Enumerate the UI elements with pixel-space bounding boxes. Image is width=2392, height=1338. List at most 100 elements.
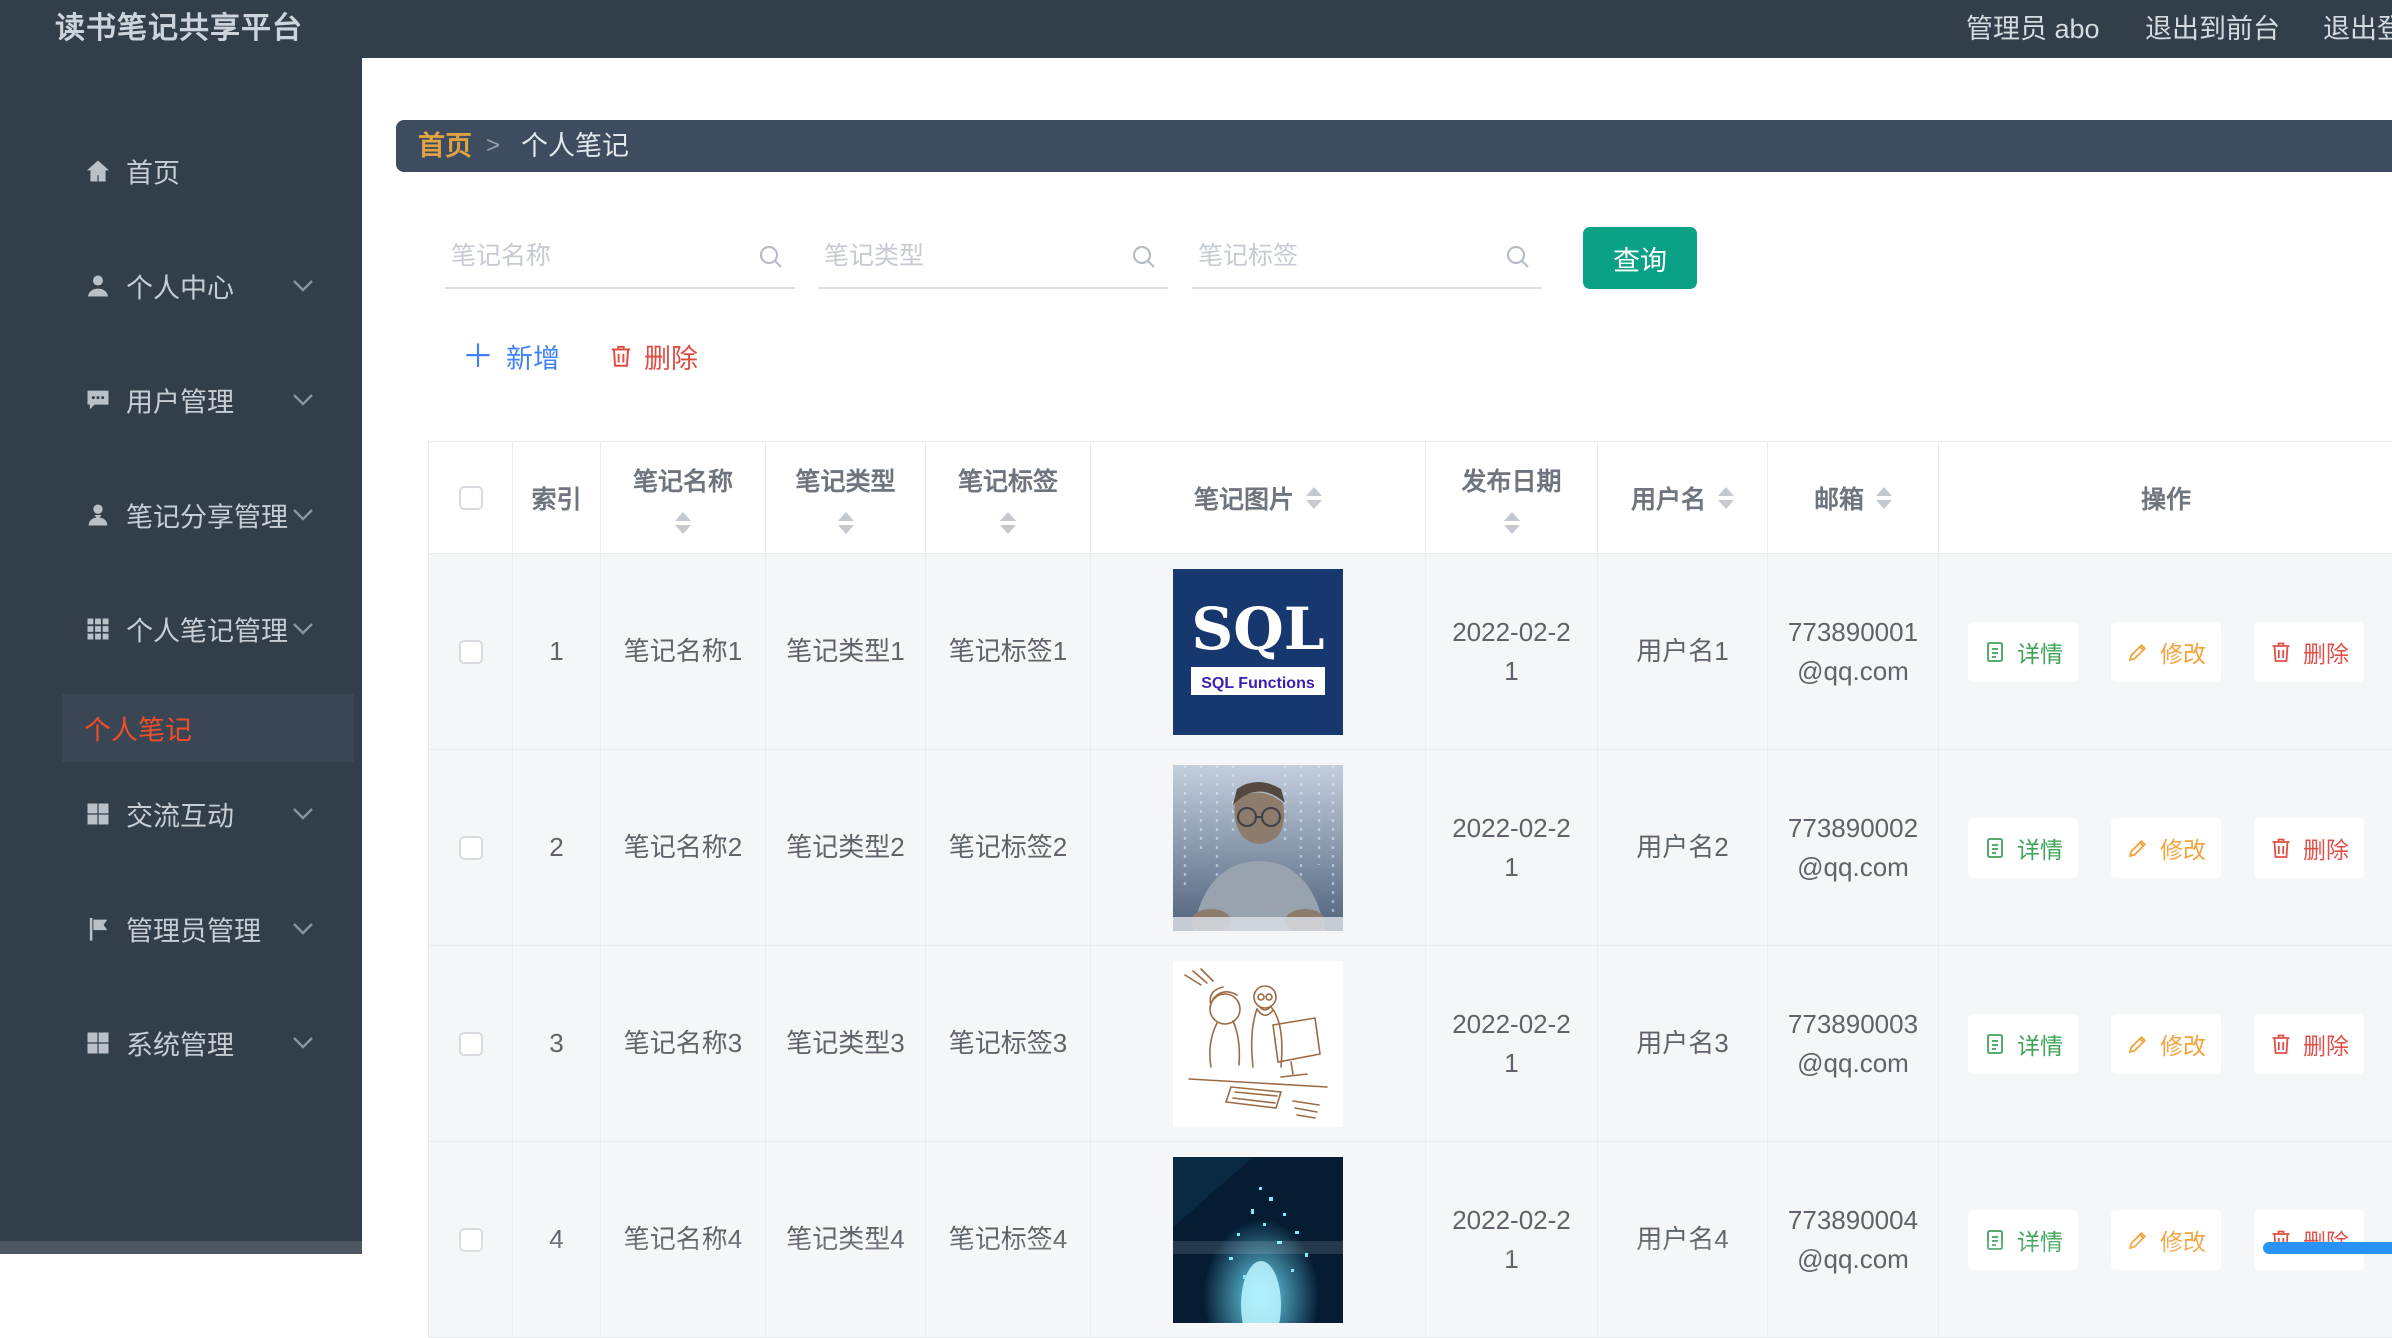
cell-note-tag: 笔记标签1	[926, 554, 1091, 749]
table-header-row: 索引 笔记名称 笔记类型 笔记标签 笔记图片	[429, 442, 2392, 554]
sidebar-item-personal-center[interactable]: 个人中心	[0, 252, 362, 320]
note-tag-input[interactable]	[1192, 227, 1492, 285]
exit-to-front-link[interactable]: 退出到前台	[2145, 0, 2280, 58]
delete-button[interactable]: 删除	[608, 332, 698, 380]
cell-index: 1	[513, 554, 601, 749]
sidebar-item-home[interactable]: 首页	[0, 137, 362, 205]
detail-button[interactable]: 详情	[1968, 818, 2078, 878]
remove-button[interactable]: 删除	[2254, 818, 2364, 878]
search-field-note-tag	[1192, 227, 1542, 289]
detail-button[interactable]: 详情	[1968, 1210, 2078, 1270]
note-image-hacker-photo[interactable]	[1173, 765, 1343, 931]
table-row: 1 笔记名称1 笔记类型1 笔记标签1 SQL SQL Functions 20…	[429, 554, 2392, 750]
pencil-icon	[2126, 1032, 2150, 1056]
document-icon	[1983, 1032, 2007, 1056]
table-row: 3 笔记名称3 笔记类型3 笔记标签3	[429, 946, 2392, 1142]
sidebar-item-label: 首页	[126, 152, 180, 191]
note-type-input[interactable]	[818, 227, 1118, 285]
row-checkbox[interactable]	[459, 836, 483, 860]
search-field-note-type	[818, 227, 1168, 289]
column-header-index: 索引	[513, 442, 601, 553]
sort-carets-icon[interactable]	[675, 512, 691, 534]
cell-publish-date: 2022-02-2 1	[1426, 946, 1598, 1141]
sidebar-item-label: 管理员管理	[126, 910, 261, 949]
row-checkbox[interactable]	[459, 1032, 483, 1056]
select-all-checkbox[interactable]	[459, 486, 483, 510]
cell-note-tag: 笔记标签3	[926, 946, 1091, 1141]
column-header-email[interactable]: 邮箱	[1768, 442, 1939, 553]
cell-email: 773890004 @qq.com	[1768, 1142, 1939, 1337]
add-button[interactable]: ＋ 新增	[462, 332, 560, 380]
sidebar-item-label: 个人笔记管理	[126, 610, 288, 649]
logout-link[interactable]: 退出登录	[2323, 0, 2392, 58]
remove-button[interactable]: 删除	[2254, 1210, 2364, 1270]
sidebar-item-system-management[interactable]: 系统管理	[0, 1009, 362, 1077]
note-name-input[interactable]	[445, 227, 745, 285]
note-image-sketch-drawing[interactable]	[1173, 961, 1343, 1127]
top-bar: 读书笔记共享平台 管理员 abo 退出到前台 退出登录	[0, 0, 2392, 58]
app-title: 读书笔记共享平台	[55, 0, 303, 58]
sort-carets-icon[interactable]	[838, 512, 854, 534]
sidebar-item-admin-management[interactable]: 管理员管理	[0, 895, 362, 963]
document-icon	[1983, 836, 2007, 860]
column-header-publish-date[interactable]: 发布日期	[1426, 442, 1598, 553]
cell-email: 773890002 @qq.com	[1768, 750, 1939, 945]
admin-user-link[interactable]: 管理员 abo	[1966, 0, 2100, 58]
svg-text:SQL: SQL	[1191, 595, 1324, 663]
remove-button[interactable]: 删除	[2254, 1014, 2364, 1074]
trash-icon	[2269, 836, 2293, 860]
chevron-down-icon	[292, 807, 314, 821]
edit-button[interactable]: 修改	[2111, 818, 2221, 878]
cell-publish-date: 2022-02-2 1	[1426, 750, 1598, 945]
sidebar-subitem-label: 个人笔记	[84, 709, 192, 748]
chevron-down-icon	[292, 508, 314, 522]
person-icon	[84, 501, 112, 529]
column-header-note-name[interactable]: 笔记名称	[601, 442, 766, 553]
edit-button[interactable]: 修改	[2111, 1014, 2221, 1074]
sidebar-item-user-management[interactable]: 用户管理	[0, 366, 362, 434]
horizontal-scrollbar-thumb[interactable]	[2263, 1242, 2392, 1254]
column-header-note-type[interactable]: 笔记类型	[766, 442, 926, 553]
sidebar-item-label: 个人中心	[126, 267, 234, 306]
cell-email: 773890001 @qq.com	[1768, 554, 1939, 749]
sort-carets-icon[interactable]	[1306, 487, 1322, 509]
sidebar-item-personal-note-management[interactable]: 个人笔记管理	[0, 595, 362, 663]
cell-index: 4	[513, 1142, 601, 1337]
cell-email: 773890003 @qq.com	[1768, 946, 1939, 1141]
select-all-cell	[429, 442, 513, 553]
column-header-note-tag[interactable]: 笔记标签	[926, 442, 1091, 553]
sidebar-item-communication[interactable]: 交流互动	[0, 780, 362, 848]
sidebar-item-label: 交流互动	[126, 795, 234, 834]
column-header-note-image[interactable]: 笔记图片	[1091, 442, 1426, 553]
edit-button[interactable]: 修改	[2111, 622, 2221, 682]
sort-carets-icon[interactable]	[1876, 487, 1892, 509]
sidebar-subitem-personal-note-active[interactable]: 个人笔记	[62, 694, 354, 762]
sort-carets-icon[interactable]	[1504, 512, 1520, 534]
blocks-icon	[84, 800, 112, 828]
trash-icon	[2269, 640, 2293, 664]
query-button[interactable]: 查询	[1583, 227, 1697, 289]
breadcrumb-home-link[interactable]: 首页	[418, 120, 472, 172]
sidebar-item-note-share-management[interactable]: 笔记分享管理	[0, 481, 362, 549]
cell-note-name: 笔记名称1	[601, 554, 766, 749]
detail-button[interactable]: 详情	[1968, 1014, 2078, 1074]
edit-button[interactable]: 修改	[2111, 1210, 2221, 1270]
note-image-sql-cover[interactable]: SQL SQL Functions	[1173, 569, 1343, 735]
remove-button[interactable]: 删除	[2254, 622, 2364, 682]
cell-note-type: 笔记类型1	[766, 554, 926, 749]
cell-index: 2	[513, 750, 601, 945]
row-checkbox[interactable]	[459, 640, 483, 664]
detail-button[interactable]: 详情	[1968, 622, 2078, 682]
note-image-digital-art[interactable]	[1173, 1157, 1343, 1323]
document-icon	[1983, 640, 2007, 664]
sort-carets-icon[interactable]	[1000, 512, 1016, 534]
column-header-username[interactable]: 用户名	[1598, 442, 1768, 553]
horizontal-scrollbar-track[interactable]	[0, 1241, 2392, 1254]
breadcrumb-separator: >	[486, 120, 500, 172]
cell-note-tag: 笔记标签2	[926, 750, 1091, 945]
cell-username: 用户名4	[1598, 1142, 1768, 1337]
sort-carets-icon[interactable]	[1718, 487, 1734, 509]
chevron-down-icon	[292, 622, 314, 636]
user-icon	[84, 272, 112, 300]
sidebar-item-label: 用户管理	[126, 381, 234, 420]
